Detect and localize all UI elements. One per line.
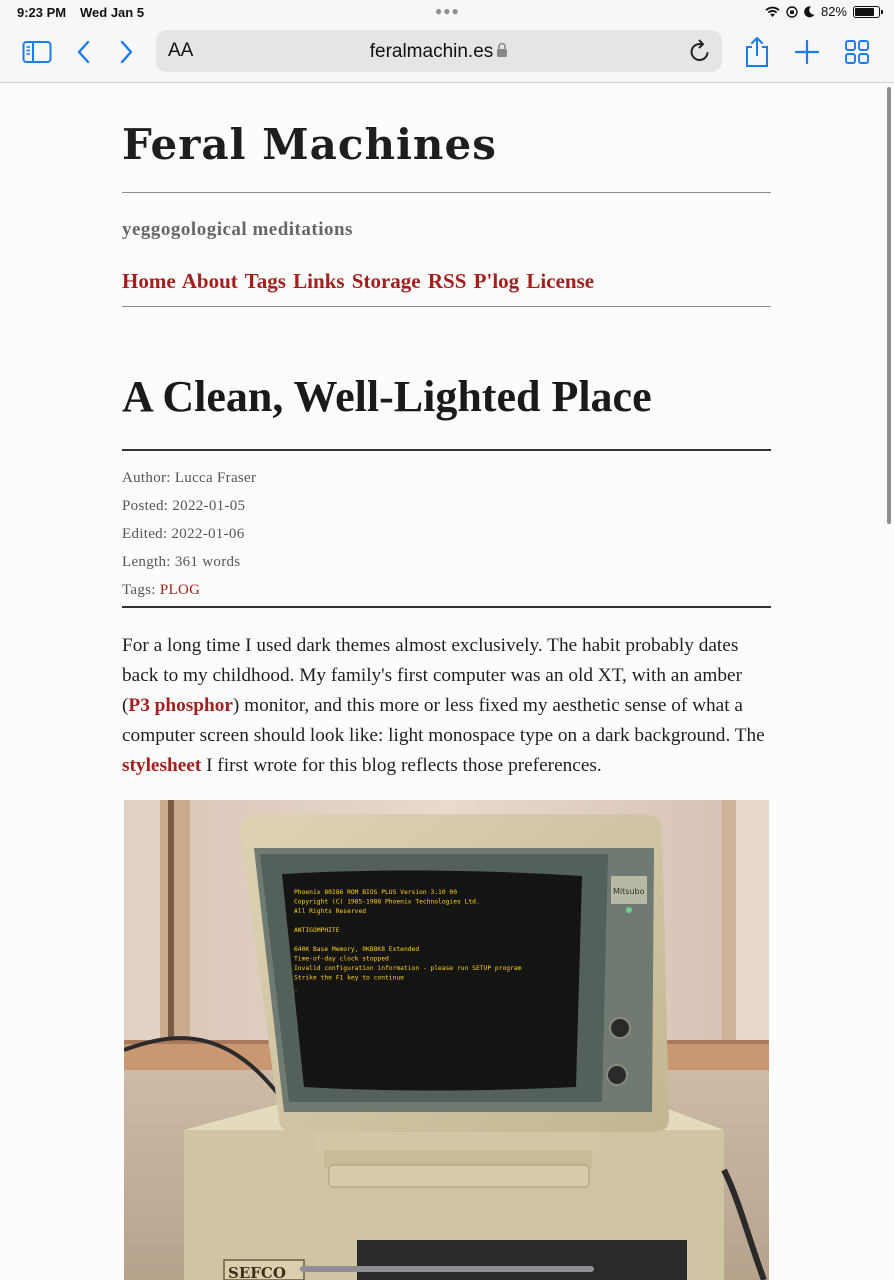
meta-length: Length: 361 words xyxy=(122,548,256,576)
post-title: A Clean, Well-Lighted Place xyxy=(122,372,652,421)
wifi-icon xyxy=(765,6,780,17)
meta-tags-label: Tags: xyxy=(122,582,156,598)
meta-author: Author: Lucca Fraser xyxy=(122,464,256,492)
nav-link-tags[interactable]: Tags xyxy=(245,269,286,293)
meta-edited: Edited: 2022-01-06 xyxy=(122,520,256,548)
site-subtitle: yeggogological meditations xyxy=(122,219,353,240)
stylesheet-link[interactable]: stylesheet xyxy=(122,755,201,776)
screen-line: Copyright (C) 1985-1988 Phoenix Technolo… xyxy=(294,899,480,906)
status-indicators: 82% xyxy=(765,4,883,19)
multitasking-dots-icon[interactable]: ●●● xyxy=(435,4,460,18)
case-label: SEFCO xyxy=(228,1264,286,1280)
xt-computer-photo: SEFCO Phoenix 80286 ROM BIOS PLUS Versio… xyxy=(124,800,769,1280)
screen-line: Invalid configuration information - plea… xyxy=(294,965,522,972)
nav-link-license[interactable]: License xyxy=(526,269,594,293)
nav-link-home[interactable]: Home xyxy=(122,269,176,293)
header-divider xyxy=(122,192,771,193)
screen-line: Phoenix 80286 ROM BIOS PLUS Version 3.10… xyxy=(294,889,457,896)
nav-link-plog[interactable]: P'log xyxy=(474,269,520,293)
battery-fill xyxy=(855,7,874,16)
nav-link-links[interactable]: Links xyxy=(293,269,344,293)
meta-divider xyxy=(122,606,771,608)
screen-line: All Rights Reserved xyxy=(294,908,366,915)
nav-divider xyxy=(122,306,771,307)
nav-link-about[interactable]: About xyxy=(182,269,238,293)
back-chevron-icon[interactable] xyxy=(68,36,100,68)
nav-link-storage[interactable]: Storage xyxy=(352,269,421,293)
meta-author-label: Author: xyxy=(122,470,171,486)
post-paragraph: For a long time I used dark themes almos… xyxy=(122,631,771,781)
meta-posted-value: 2022-01-05 xyxy=(172,498,246,514)
moon-icon xyxy=(804,5,815,17)
lock-icon xyxy=(497,42,508,57)
paragraph-text: I first wrote for this blog reflects tho… xyxy=(201,755,602,776)
home-indicator[interactable] xyxy=(300,1266,594,1272)
meta-length-label: Length: xyxy=(122,554,171,570)
share-icon[interactable] xyxy=(741,36,773,68)
status-date: Wed Jan 5 xyxy=(80,5,145,20)
reload-icon[interactable] xyxy=(688,38,712,64)
meta-author-value: Lucca Fraser xyxy=(174,470,257,486)
meta-posted-label: Posted: xyxy=(122,498,169,514)
screen-line: 640K Base Memory, 0KB8K8 Extended xyxy=(294,946,419,953)
post-meta: Author: Lucca Fraser Posted: 2022-01-05 … xyxy=(122,464,256,604)
tag-link-plog[interactable]: PLOG xyxy=(160,582,200,598)
site-title[interactable]: Feral Machines xyxy=(122,120,497,169)
nav-link-rss[interactable]: RSS xyxy=(428,269,467,293)
battery-icon xyxy=(853,5,883,18)
monitor-brand: Mitsubo xyxy=(613,887,645,896)
meta-edited-value: 2022-01-06 xyxy=(171,526,245,542)
page-scrollbar[interactable] xyxy=(887,87,891,524)
screen-line: Time-of-day clock stopped xyxy=(294,956,389,963)
meta-edited-label: Edited: xyxy=(122,526,168,542)
orientation-lock-icon xyxy=(786,5,798,18)
screen-line: ANTIGOMPHITE xyxy=(294,927,340,934)
meta-tags: Tags: PLOG xyxy=(122,576,256,604)
sidebar-toggle-icon[interactable] xyxy=(21,36,53,68)
screen-line: Strike the F1 key to continue xyxy=(294,975,404,982)
p3-phosphor-link[interactable]: P3 phosphor xyxy=(128,695,232,716)
new-tab-plus-icon[interactable] xyxy=(791,36,823,68)
site-nav: Home About Tags Links Storage RSS P'log … xyxy=(122,269,596,294)
screen-line: _ xyxy=(294,984,298,991)
status-bar: 9:23 PM Wed Jan 5 ●●● 82% xyxy=(0,0,894,26)
url-text: feralmachin.es xyxy=(369,41,494,62)
url-display[interactable]: feralmachin.es xyxy=(156,41,722,63)
post-photo: SEFCO Phoenix 80286 ROM BIOS PLUS Versio… xyxy=(124,800,769,1280)
title-divider xyxy=(122,449,771,451)
battery-percent: 82% xyxy=(820,4,847,19)
meta-posted: Posted: 2022-01-05 xyxy=(122,492,256,520)
meta-length-value: 361 words xyxy=(174,554,241,570)
status-time: 9:23 PM xyxy=(17,5,67,20)
tab-overview-icon[interactable] xyxy=(841,36,873,68)
address-bar[interactable]: AA feralmachin.es xyxy=(156,30,722,72)
browser-toolbar: AA feralmachin.es xyxy=(0,26,894,83)
forward-chevron-icon[interactable] xyxy=(110,36,142,68)
